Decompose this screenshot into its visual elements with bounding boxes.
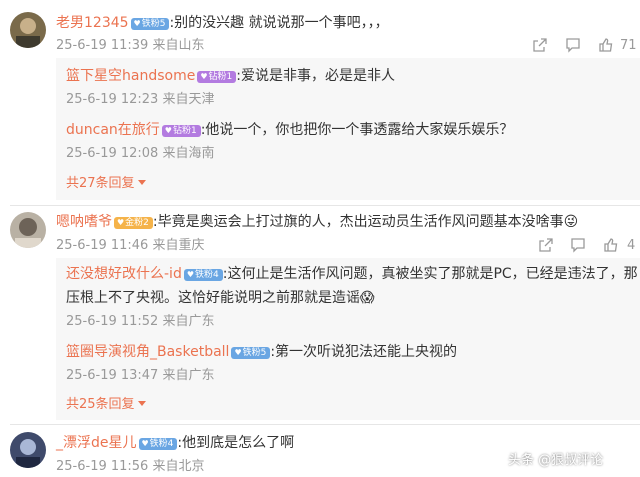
comment-meta: 25-6-19 11:46 来自重庆 <box>56 238 205 253</box>
like-icon[interactable] <box>598 37 614 53</box>
emoji-icon: 😜 <box>563 214 579 230</box>
reply-text-continued: 压根上不了央视。这恰好能说明之前那就是造谣 <box>66 290 360 306</box>
divider <box>10 424 640 425</box>
share-icon[interactable] <box>532 37 548 53</box>
reply-text: :第一次听说犯法还能上央视的 <box>270 344 458 360</box>
reply-username[interactable]: 篮下星空handsome <box>66 68 195 84</box>
like-icon[interactable] <box>603 237 619 253</box>
like-count: 4 <box>627 238 636 253</box>
like-count: 71 <box>620 38 637 53</box>
fan-badge: ♥铁粉5 <box>231 347 271 359</box>
comment-text: :毕竟是奥运会上打过旗的人，杰出运动员生活作风问题基本没啥事 <box>152 214 564 230</box>
username[interactable]: 嗯呐嗜爷 <box>56 214 112 230</box>
chevron-down-icon <box>137 401 146 406</box>
watermark: 头条 @狠叔评论 <box>508 453 604 468</box>
comment-text: :他到底是怎么了啊 <box>177 435 295 451</box>
reply-meta: 25-6-19 11:52 来自广东 <box>66 314 215 329</box>
comment-icon[interactable] <box>565 37 581 53</box>
more-replies-link[interactable]: 共25条回复 <box>66 397 146 413</box>
avatar[interactable] <box>10 432 46 468</box>
divider <box>10 205 640 206</box>
more-replies-link[interactable]: 共27条回复 <box>66 176 146 192</box>
username[interactable]: _漂浮de星儿 <box>56 435 137 451</box>
comment-meta: 25-6-19 11:56 来自北京 <box>56 459 205 474</box>
reply-text: :他说一个，你也把你一个事透露给大家娱乐娱乐？ <box>200 122 514 138</box>
comment-text: :别的没兴趣 就说说那一个事吧，，， <box>169 15 389 31</box>
username[interactable]: 老男12345 <box>56 15 129 31</box>
reply-username[interactable]: 篮圈导演视角_Basketball <box>66 344 229 360</box>
emoji-icon: 😱 <box>360 290 375 306</box>
comment-meta: 25-6-19 11:39 来自山东 <box>56 38 205 53</box>
reply-meta: 25-6-19 12:08 来自海南 <box>66 146 215 161</box>
comment-icon[interactable] <box>570 237 586 253</box>
reply-username[interactable]: duncan在旅行 <box>66 122 160 138</box>
reply-meta: 25-6-19 13:47 来自广东 <box>66 368 215 383</box>
share-icon[interactable] <box>538 237 554 253</box>
fan-badge: ♥钻粉1 <box>161 125 201 137</box>
reply-username[interactable]: 还没想好改什么-id <box>66 266 182 282</box>
reply-text: :这何止是生活作风问题，真被坐实了那就是PC，已经是违法了，那 <box>222 266 638 282</box>
chevron-down-icon <box>137 180 146 185</box>
avatar[interactable] <box>10 212 46 248</box>
fan-badge: ♥铁粉5 <box>130 18 170 30</box>
reply-text: :爱说是非事，必是是非人 <box>236 68 395 84</box>
fan-badge: ♥钻粉1 <box>197 71 237 83</box>
fan-badge: ♥金粉2 <box>114 217 153 229</box>
reply-meta: 25-6-19 12:23 来自天津 <box>66 92 215 107</box>
fan-badge: ♥铁粉4 <box>138 438 178 450</box>
fan-badge: ♥铁粉4 <box>183 269 223 281</box>
avatar[interactable] <box>10 12 46 48</box>
